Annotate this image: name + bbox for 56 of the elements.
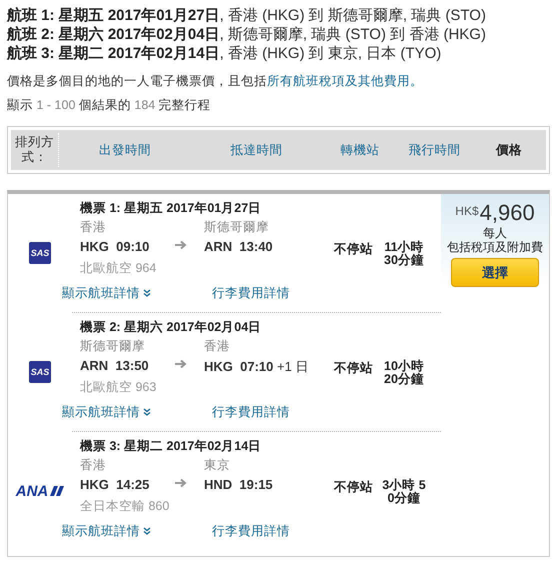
- chevron-icon: [143, 527, 152, 535]
- flight-summary: 航班 1: 星期五 2017年01月27日, 香港 (HKG) 到 斯德哥爾摩, 瑞典 (STO): [7, 6, 487, 25]
- leg-title: 機票 2: 星期六 2017年02月04日: [80, 319, 262, 336]
- arrival-city: 東京: [204, 457, 231, 474]
- stops-label: 不停站: [334, 479, 374, 496]
- flight-details-link[interactable]: 顯示航班詳情: [62, 286, 152, 300]
- arrow-icon: [175, 240, 187, 250]
- departure-time: HKG 14:25: [80, 477, 150, 492]
- per-person: 每人: [482, 226, 508, 240]
- duration: 3小時 50分鐘: [382, 479, 426, 507]
- price: 4,960: [480, 200, 535, 226]
- arrival-city: 斯德哥爾摩: [204, 219, 270, 236]
- leg-title: 機票 3: 星期二 2017年02月14日: [80, 438, 262, 455]
- results-count: 顯示 1 - 100 個結果的 184 完整行程: [7, 97, 212, 114]
- sort-option[interactable]: 抵達時間: [190, 142, 323, 158]
- sort-option[interactable]: 價格: [472, 142, 546, 158]
- flight-number: 全日本空輸 860: [80, 498, 170, 515]
- airline-logo: SAS: [29, 242, 51, 264]
- departure-time: HKG 09:10: [80, 239, 150, 254]
- sort-label: 排列方式：: [11, 133, 59, 167]
- chevron-icon: [143, 408, 152, 416]
- airline-logo: SAS: [29, 361, 51, 383]
- flight-summary: 航班 3: 星期二 2017年02月14日, 香港 (HKG) 到 東京, 日本 (TYO): [7, 44, 442, 63]
- arrival-time: HKG 07:10 +1 日: [204, 358, 310, 376]
- departure-time: ARN 13:50: [80, 358, 150, 373]
- airline-logo: ANA: [16, 482, 64, 500]
- price-note: 價格是多個目的地的一人電子機票價，且包括所有航班稅項及其他費用。: [7, 73, 424, 90]
- sort-option[interactable]: 飛行時間: [397, 142, 472, 158]
- arrow-icon: [175, 359, 187, 369]
- price-includes: 包括稅項及附加費: [446, 240, 544, 254]
- select-button[interactable]: 選擇: [451, 258, 539, 287]
- baggage-fees-link[interactable]: 行李費用詳情: [212, 524, 290, 538]
- leg-title: 機票 1: 星期五 2017年01月27日: [80, 200, 262, 217]
- baggage-fees-link[interactable]: 行李費用詳情: [212, 405, 290, 419]
- arrival-time: HND 19:15: [204, 477, 274, 492]
- arrival-city: 香港: [204, 338, 231, 355]
- sort-option[interactable]: 轉機站: [322, 142, 398, 158]
- sort-option[interactable]: 出發時間: [59, 142, 191, 158]
- fees-link[interactable]: 所有航班稅項及其他費用: [267, 74, 410, 88]
- flight-number: 北歐航空 963: [80, 379, 158, 396]
- duration: 10小時 20分鐘: [383, 360, 425, 388]
- arrival-time: ARN 13:40: [204, 239, 274, 254]
- duration: 11小時 30分鐘: [383, 241, 425, 269]
- chevron-icon: [143, 289, 152, 297]
- currency: HK$: [455, 204, 479, 218]
- flight-number: 北歐航空 964: [80, 260, 158, 277]
- stops-label: 不停站: [334, 241, 374, 258]
- departure-city: 斯德哥爾摩: [80, 338, 146, 355]
- flight-details-link[interactable]: 顯示航班詳情: [62, 405, 152, 419]
- stops-label: 不停站: [334, 360, 374, 377]
- flight-summary: 航班 2: 星期六 2017年02月04日, 斯德哥爾摩, 瑞典 (STO) 到 香港 (HKG): [7, 25, 487, 44]
- departure-city: 香港: [80, 219, 107, 236]
- departure-city: 香港: [80, 457, 107, 474]
- arrow-icon: [175, 478, 187, 488]
- baggage-fees-link[interactable]: 行李費用詳情: [212, 286, 290, 300]
- flight-details-link[interactable]: 顯示航班詳情: [62, 524, 152, 538]
